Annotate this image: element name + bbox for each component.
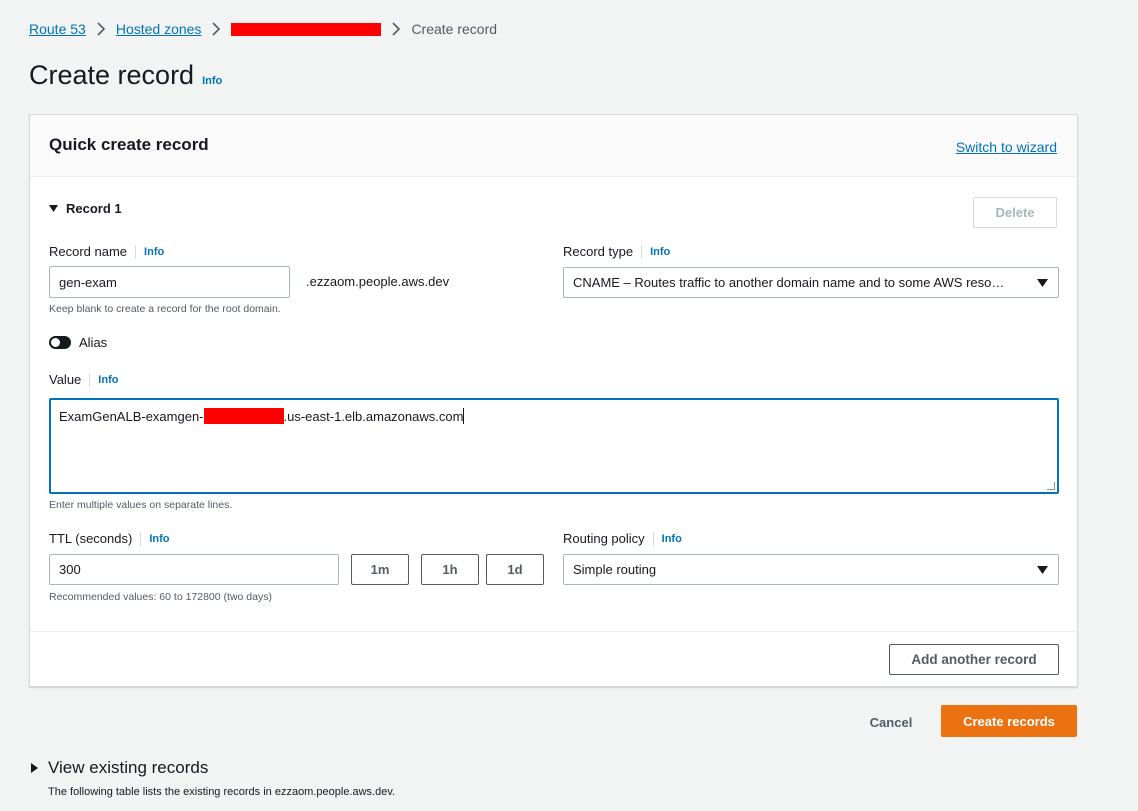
breadcrumb-current: Create record: [411, 21, 498, 37]
ttl-preset-1m-button[interactable]: 1m: [351, 554, 409, 585]
label-separator: [135, 244, 137, 259]
alias-label: Alias: [79, 335, 108, 350]
routing-policy-label: Routing policy Info: [563, 531, 682, 546]
record-type-select[interactable]: CNAME – Routes traffic to another domain…: [563, 267, 1059, 298]
routing-policy-value: Simple routing: [573, 562, 657, 577]
panel-header: Quick create record Switch to wizard: [30, 115, 1077, 177]
routing-policy-label-text: Routing policy: [563, 531, 645, 546]
record-name-label-text: Record name: [49, 244, 128, 259]
value-suffix: .us-east-1.elb.amazonaws.com: [283, 408, 464, 424]
label-separator: [89, 372, 91, 387]
view-existing-expander[interactable]: View existing records: [31, 758, 208, 778]
delete-button[interactable]: Delete: [973, 197, 1057, 228]
ttl-label-text: TTL (seconds): [49, 531, 133, 546]
panel-divider: [30, 631, 1077, 632]
cancel-button[interactable]: Cancel: [856, 711, 926, 733]
label-separator: [641, 244, 643, 259]
value-info-link[interactable]: Info: [98, 374, 118, 386]
alias-toggle-group[interactable]: Alias: [49, 335, 107, 350]
record-type-info-link[interactable]: Info: [650, 246, 670, 258]
breadcrumb-route53[interactable]: Route 53: [29, 21, 86, 37]
record-name-info-link[interactable]: Info: [144, 246, 164, 258]
caret-down-icon: [1037, 565, 1048, 577]
redacted-value-id: [203, 408, 284, 424]
record-heading: Record 1: [66, 201, 122, 216]
caret-down-icon: [49, 205, 58, 212]
ttl-info-link[interactable]: Info: [149, 533, 169, 545]
caret-right-icon: [31, 763, 38, 773]
chevron-right-icon: [391, 22, 401, 36]
routing-policy-info-link[interactable]: Info: [662, 533, 682, 545]
value-textarea[interactable]: ExamGenALB-examgen- .us-east-1.elb.amazo…: [49, 398, 1059, 494]
record-name-label: Record name Info: [49, 244, 164, 259]
value-prefix: ExamGenALB-examgen-: [59, 408, 204, 424]
label-separator: [652, 531, 654, 546]
ttl-input[interactable]: 300: [49, 554, 339, 585]
value-text: ExamGenALB-examgen- .us-east-1.elb.amazo…: [59, 408, 465, 424]
switch-to-wizard-link[interactable]: Switch to wizard: [956, 139, 1057, 155]
view-existing-description: The following table lists the existing r…: [48, 786, 396, 798]
caret-down-icon: [1037, 278, 1048, 290]
routing-policy-select[interactable]: Simple routing: [563, 554, 1059, 585]
record-expander[interactable]: Record 1: [49, 201, 122, 216]
value-label-text: Value: [49, 372, 82, 387]
record-name-input[interactable]: gen-exam: [49, 266, 290, 298]
record-type-label: Record type Info: [563, 244, 670, 259]
breadcrumb-hosted-zones[interactable]: Hosted zones: [116, 21, 202, 37]
record-name-suffix: .ezzaom.people.aws.dev: [306, 274, 450, 289]
label-separator: [140, 531, 142, 546]
ttl-preset-1h-button[interactable]: 1h: [421, 554, 479, 585]
quick-create-panel: Quick create record Switch to wizard Rec…: [29, 114, 1078, 687]
view-existing-title: View existing records: [48, 758, 209, 777]
record-type-value: CNAME – Routes traffic to another domain…: [573, 275, 1005, 290]
text-cursor: [463, 408, 465, 424]
value-hint: Enter multiple values on separate lines.: [49, 499, 233, 511]
ttl-label: TTL (seconds) Info: [49, 531, 170, 546]
page-info-link[interactable]: Info: [202, 75, 222, 87]
ttl-preset-1d-button[interactable]: 1d: [486, 554, 544, 585]
value-label: Value Info: [49, 372, 118, 387]
record-name-hint: Keep blank to create a record for the ro…: [49, 303, 281, 315]
resize-handle[interactable]: [1047, 482, 1055, 490]
panel-title: Quick create record: [49, 135, 209, 154]
chevron-right-icon: [96, 22, 106, 36]
breadcrumb: Route 53 Hosted zones Create record: [29, 19, 497, 39]
chevron-right-icon: [211, 22, 221, 36]
alias-toggle[interactable]: [49, 336, 71, 349]
redacted-zone-name: [231, 22, 382, 36]
add-another-record-button[interactable]: Add another record: [889, 644, 1059, 675]
page-title-text: Create record: [29, 60, 195, 90]
page-title: Create record Info: [29, 60, 222, 91]
create-records-button[interactable]: Create records: [941, 705, 1077, 737]
record-type-label-text: Record type: [563, 244, 634, 259]
ttl-hint: Recommended values: 60 to 172800 (two da…: [49, 591, 272, 603]
